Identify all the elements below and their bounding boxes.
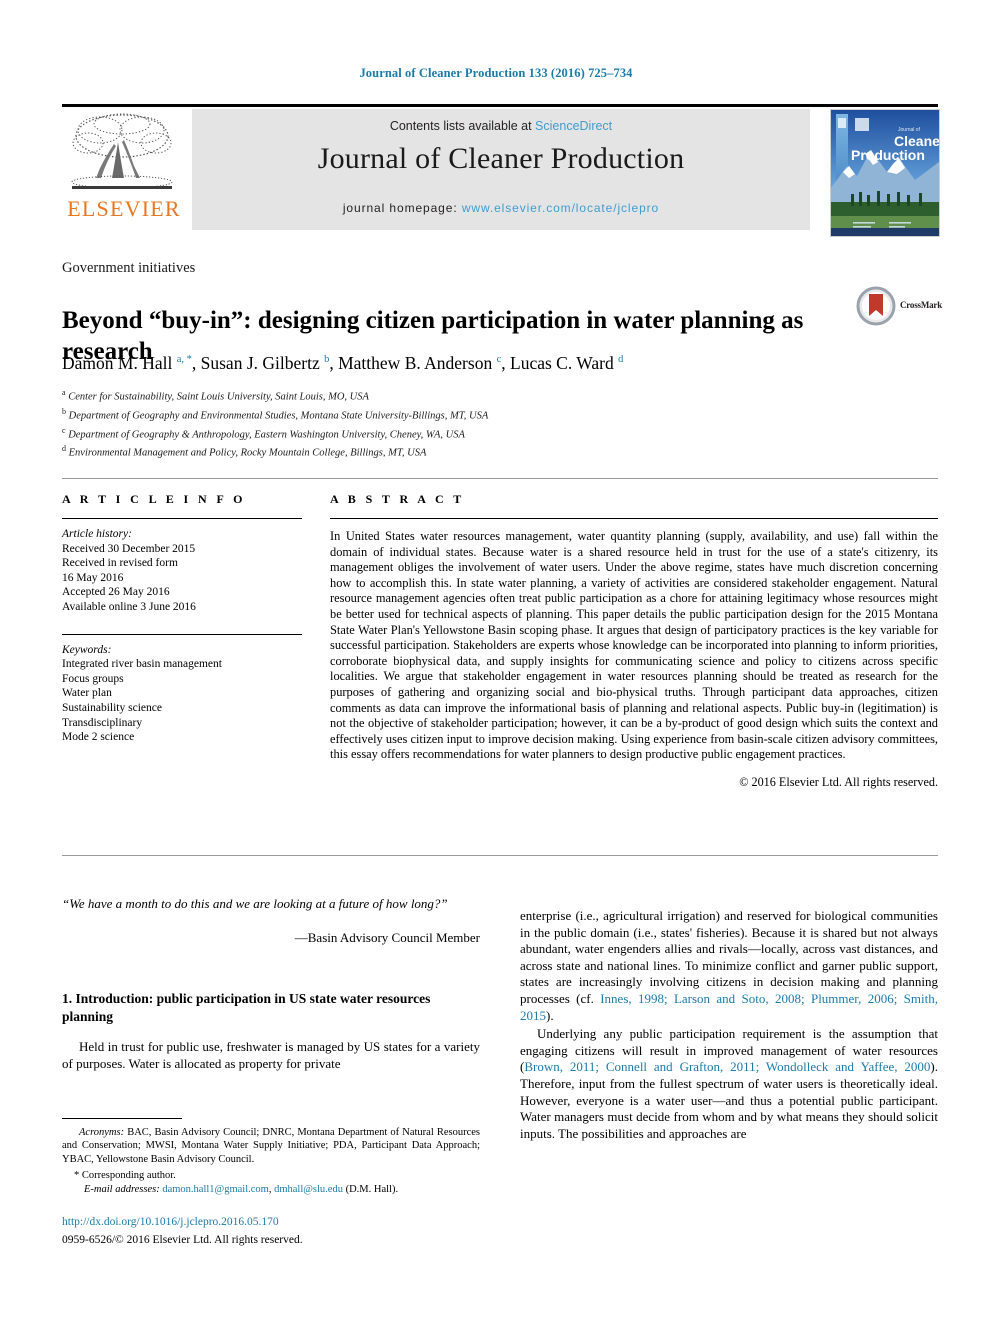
intro-paragraph-right-2: Underlying any public participation requ… bbox=[520, 1026, 938, 1142]
doi-link[interactable]: http://dx.doi.org/10.1016/j.jclepro.2016… bbox=[62, 1216, 279, 1228]
journal-title: Journal of Cleaner Production bbox=[317, 142, 685, 175]
affiliation-marker: c bbox=[62, 425, 66, 435]
issn-copyright-line: 0959-6526/© 2016 Elsevier Ltd. All right… bbox=[62, 1234, 303, 1246]
keywords-label: Keywords: bbox=[62, 643, 112, 656]
footnote-block: Acronyms: BAC, Basin Advisory Council; D… bbox=[62, 1126, 480, 1196]
acronyms-text: BAC, Basin Advisory Council; DNRC, Monta… bbox=[62, 1127, 480, 1165]
keyword-item: Sustainability science bbox=[62, 701, 162, 714]
introduction-heading: 1. Introduction: public participation in… bbox=[62, 991, 431, 1024]
history-item: Available online 3 June 2016 bbox=[62, 600, 196, 613]
journal-cover-art: Journal of Cleaner Production bbox=[831, 110, 939, 236]
masthead-gray-band: Contents lists available at ScienceDirec… bbox=[192, 109, 810, 230]
keyword-item: Water plan bbox=[62, 687, 112, 700]
affiliation-marker: d bbox=[62, 444, 66, 454]
info-block-bottom-rule bbox=[62, 855, 938, 856]
article-section-label: Government initiatives bbox=[62, 260, 196, 276]
journal-homepage-line: journal homepage: www.elsevier.com/locat… bbox=[192, 201, 810, 215]
article-history-label: Article history: bbox=[62, 528, 132, 540]
crossmark-icon bbox=[856, 286, 896, 326]
abstract-heading: A B S T R A C T bbox=[330, 492, 465, 506]
contents-prefix: Contents lists available at bbox=[389, 119, 536, 133]
email-label: E-mail addresses: bbox=[84, 1183, 160, 1195]
body-right-column: enterprise (i.e., agricultural irrigatio… bbox=[520, 895, 938, 1142]
acronyms-label: Acronyms: bbox=[79, 1127, 125, 1138]
epigraph-attribution: —Basin Advisory Council Member bbox=[294, 930, 480, 945]
article-page: Journal of Cleaner Production 133 (2016)… bbox=[0, 0, 992, 1323]
article-history-group: Article history: Received 30 December 20… bbox=[62, 527, 302, 615]
affiliation-text: Environmental Management and Policy, Roc… bbox=[68, 447, 427, 459]
history-item: 16 May 2016 bbox=[62, 571, 124, 584]
email-note: E-mail addresses: damon.hall1@gmail.com,… bbox=[84, 1183, 399, 1195]
affiliation-text: Department of Geography and Environmenta… bbox=[68, 410, 489, 422]
citation-group-2[interactable]: Brown, 2011; Connell and Grafton, 2011; … bbox=[524, 1059, 930, 1074]
intro-paragraph-right-1: enterprise (i.e., agricultural irrigatio… bbox=[520, 908, 938, 1024]
sciencedirect-link[interactable]: ScienceDirect bbox=[535, 119, 612, 133]
homepage-url[interactable]: www.elsevier.com/locate/jclepro bbox=[462, 201, 659, 215]
article-info-separator bbox=[62, 633, 302, 635]
footnote-separator-rule bbox=[62, 1118, 182, 1119]
keyword-item: Mode 2 science bbox=[62, 731, 135, 744]
abstract-text: In United States water resources managem… bbox=[330, 529, 938, 762]
crossmark-label: CrossMark bbox=[900, 300, 943, 310]
abstract-rule bbox=[330, 518, 938, 519]
keyword-item: Focus groups bbox=[62, 672, 124, 685]
keywords-group: Keywords: Integrated river basin managem… bbox=[62, 643, 302, 745]
email-suffix: (D.M. Hall). bbox=[342, 1183, 399, 1195]
affiliation-text: Department of Geography & Anthropology, … bbox=[68, 429, 465, 441]
elsevier-logo[interactable]: ELSEVIER bbox=[62, 110, 190, 230]
affiliation-item: a Center for Sustainability, Saint Louis… bbox=[62, 386, 882, 405]
running-head-citation: Journal of Cleaner Production 133 (2016)… bbox=[359, 66, 633, 80]
affiliation-marker: b bbox=[62, 406, 66, 416]
para1-post: ). bbox=[546, 1007, 554, 1023]
affiliation-item: d Environmental Management and Policy, R… bbox=[62, 442, 882, 461]
article-info-heading: A R T I C L E I N F O bbox=[62, 492, 246, 506]
svg-text:Production: Production bbox=[851, 147, 925, 163]
article-info-rule bbox=[62, 518, 302, 519]
article-info-column: A R T I C L E I N F O Article history: R… bbox=[62, 492, 302, 745]
homepage-prefix: journal homepage: bbox=[342, 201, 462, 215]
journal-masthead: ELSEVIER Contents lists available at Sci… bbox=[62, 104, 940, 237]
acronyms-note: Acronyms: BAC, Basin Advisory Council; D… bbox=[62, 1126, 480, 1166]
email-link-1[interactable]: damon.hall1@gmail.com bbox=[162, 1184, 268, 1195]
email-link-2[interactable]: dmhall@slu.edu bbox=[274, 1184, 343, 1195]
masthead-top-rule bbox=[62, 104, 938, 107]
contents-lists-line: Contents lists available at ScienceDirec… bbox=[192, 119, 810, 133]
body-left-column: “We have a month to do this and we are l… bbox=[62, 895, 480, 1072]
elsevier-wordmark: ELSEVIER bbox=[67, 196, 181, 221]
affiliation-item: c Department of Geography & Anthropology… bbox=[62, 424, 882, 443]
keyword-item: Integrated river basin management bbox=[62, 658, 222, 671]
history-item: Accepted 26 May 2016 bbox=[62, 586, 170, 599]
abstract-copyright: © 2016 Elsevier Ltd. All rights reserved… bbox=[739, 774, 938, 789]
journal-cover-thumbnail[interactable]: Journal of Cleaner Production bbox=[830, 109, 940, 237]
intro-paragraph-left: Held in trust for public use, freshwater… bbox=[62, 1039, 480, 1071]
affiliation-item: b Department of Geography and Environmen… bbox=[62, 405, 882, 424]
epigraph-quote: “We have a month to do this and we are l… bbox=[62, 896, 448, 911]
author-list: Damon M. Hall a, *, Susan J. Gilbertz b,… bbox=[62, 353, 624, 373]
affiliation-text: Center for Sustainability, Saint Louis U… bbox=[68, 391, 369, 403]
corresponding-author-note: * Corresponding author. bbox=[74, 1170, 176, 1182]
info-block-top-rule bbox=[62, 478, 938, 479]
affiliation-list: a Center for Sustainability, Saint Louis… bbox=[62, 386, 882, 461]
abstract-column: A B S T R A C T In United States water r… bbox=[330, 492, 938, 790]
history-item: Received 30 December 2015 bbox=[62, 542, 196, 555]
history-item: Received in revised form bbox=[62, 557, 178, 570]
elsevier-tree-icon bbox=[71, 113, 173, 189]
crossmark-badge[interactable]: CrossMark bbox=[856, 286, 943, 330]
affiliation-marker: a bbox=[62, 388, 66, 397]
keyword-item: Transdisciplinary bbox=[62, 716, 143, 729]
